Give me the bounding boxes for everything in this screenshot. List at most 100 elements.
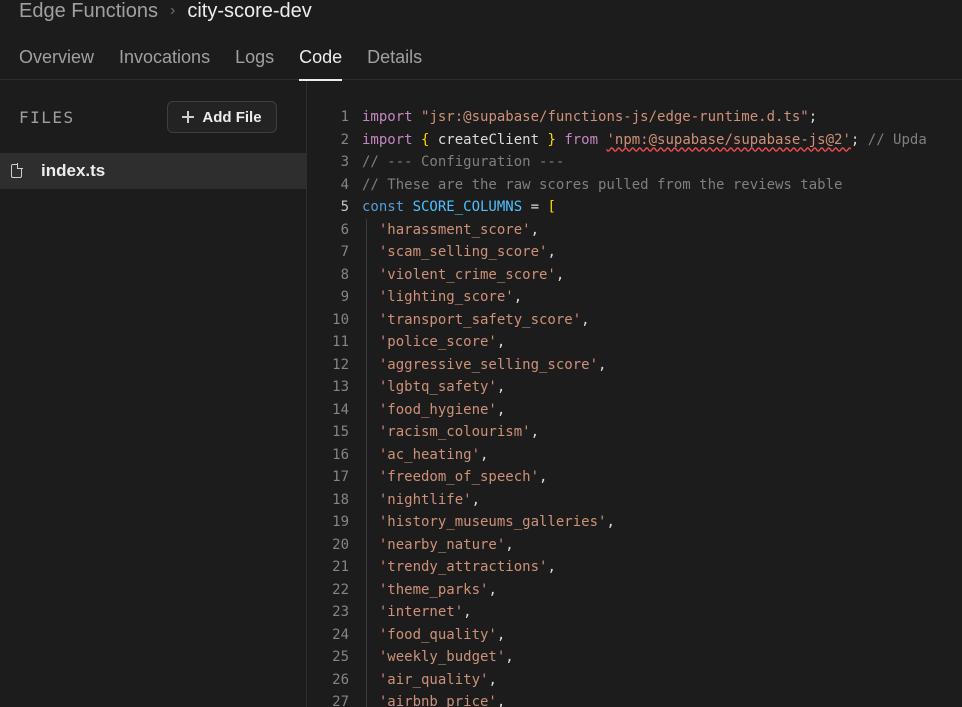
code-token: import — [362, 131, 422, 148]
line-number: 22 — [332, 581, 349, 598]
line-number: 3 — [340, 154, 349, 170]
code-text: 'history_museums_galleries', — [362, 511, 615, 534]
line-number: 13 — [332, 379, 349, 395]
code-text: 'aggressive_selling_score', — [362, 354, 607, 377]
line-number: 16 — [332, 446, 349, 463]
code-text: 'nearby_nature', — [362, 534, 514, 557]
code-token: , — [505, 536, 514, 553]
code-token: SCORE_COLUMNS — [412, 199, 523, 215]
tab-code[interactable]: Code — [299, 40, 343, 81]
code-token: 'internet' — [362, 604, 464, 620]
code-text: 'lighting_score', — [362, 286, 522, 309]
line-number: 25 — [332, 649, 349, 665]
code-token: [ — [547, 199, 556, 215]
code-token: 'nearby_nature' — [362, 536, 506, 553]
code-text: 'trendy_attractions', — [362, 556, 556, 579]
code-token: , — [488, 671, 497, 688]
code-text: const SCORE_COLUMNS = [ — [362, 196, 556, 219]
code-token: , — [530, 221, 540, 238]
code-token: = — [522, 199, 548, 215]
code-token: , — [539, 469, 548, 485]
code-token: const — [362, 199, 413, 215]
line-number: 15 — [332, 424, 349, 440]
code-text: // --- Configuration --- — [362, 151, 564, 174]
line-number: 11 — [332, 334, 349, 350]
code-editor[interactable]: 1 import "jsr:@supabase/functions-js/edge… — [308, 81, 962, 707]
code-text: import { createClient } from 'npm:@supab… — [362, 129, 927, 152]
line-number: 27 — [332, 694, 349, 707]
code-token: , — [581, 311, 590, 328]
code-token: { — [421, 131, 438, 148]
code-text: 'freedom_of_speech', — [362, 466, 548, 489]
add-file-button[interactable]: Add File — [167, 101, 277, 133]
code-token: , — [513, 289, 523, 305]
code-text: 'police_score', — [362, 331, 505, 354]
file-item-index-ts[interactable]: index.ts — [0, 153, 306, 189]
code-token: , — [505, 649, 514, 665]
code-token: 'air_quality' — [362, 671, 489, 688]
code-text: // These are the raw scores pulled from … — [362, 174, 842, 197]
line-number: 24 — [332, 626, 349, 643]
code-token: "jsr:@supabase/functions-js/edge-runtime… — [421, 109, 809, 125]
code-token: , — [530, 424, 540, 440]
line-number: 6 — [340, 221, 349, 238]
code-token: // --- Configuration --- — [362, 154, 565, 170]
breadcrumb-current-function: city-score-dev — [187, 0, 312, 22]
code-text: 'ac_heating', — [362, 444, 489, 467]
file-name: index.ts — [41, 161, 106, 180]
add-file-label: Add File — [202, 108, 262, 126]
code-token: , — [496, 401, 506, 418]
code-token: 'theme_parks' — [362, 581, 489, 598]
code-token: , — [555, 266, 565, 283]
code-token: 'racism_colourism' — [362, 424, 531, 440]
code-token: 'violent_crime_score' — [362, 266, 556, 283]
code-text: 'weekly_budget', — [362, 646, 514, 669]
tab-logs[interactable]: Logs — [235, 40, 274, 80]
line-number: 26 — [332, 671, 349, 688]
code-text: 'food_quality', — [362, 624, 505, 647]
code-token: , — [547, 244, 556, 260]
code-token: 'food_hygiene' — [362, 401, 497, 418]
function-tabs: Overview Invocations Logs Code Details — [19, 40, 447, 81]
line-number: 17 — [332, 469, 349, 485]
line-number: 12 — [332, 356, 349, 373]
line-number: 7 — [340, 244, 349, 260]
code-text: 'transport_safety_score', — [362, 309, 590, 332]
code-token: // These are the raw scores pulled from … — [362, 176, 843, 193]
plus-icon — [182, 111, 195, 123]
code-token: , — [480, 446, 489, 463]
code-text: 'harassment_score', — [362, 219, 539, 242]
code-token: , — [471, 491, 481, 508]
line-number: 1 — [340, 109, 349, 125]
line-number: 8 — [340, 266, 349, 283]
code-token: , — [488, 581, 497, 598]
line-number: 10 — [332, 311, 349, 328]
tab-invocations[interactable]: Invocations — [119, 40, 210, 80]
code-text: 'racism_colourism', — [362, 421, 539, 444]
code-token: import — [362, 109, 422, 125]
code-text: 'theme_parks', — [362, 579, 497, 602]
code-text: 'lgbtq_safety', — [362, 376, 505, 399]
code-text: 'internet', — [362, 601, 472, 624]
code-token: 'lighting_score' — [362, 289, 514, 305]
code-token: 'transport_safety_score' — [362, 311, 582, 328]
code-token: , — [547, 559, 556, 575]
code-token: 'scam_selling_score' — [362, 244, 548, 260]
app-root: Edge Functions › city-score-dev Overview… — [0, 0, 962, 707]
breadcrumb-edge-functions[interactable]: Edge Functions — [19, 0, 158, 23]
code-token: ; — [850, 131, 868, 148]
page-header: Edge Functions › city-score-dev Overview… — [0, 0, 962, 81]
line-number: 19 — [332, 514, 349, 530]
file-icon — [11, 163, 23, 178]
line-number: 5 — [340, 199, 349, 215]
code-text: import "jsr:@supabase/functions-js/edge-… — [362, 106, 817, 129]
line-number: 18 — [332, 491, 349, 508]
line-number: 14 — [332, 401, 349, 418]
code-token: } — [547, 131, 565, 148]
tab-overview[interactable]: Overview — [19, 40, 94, 80]
code-token: 'trendy_attractions' — [362, 559, 548, 575]
code-text: 'scam_selling_score', — [362, 241, 556, 264]
code-token: 'lgbtq_safety' — [362, 379, 497, 395]
line-number: 23 — [332, 604, 349, 620]
tab-details[interactable]: Details — [367, 40, 422, 80]
